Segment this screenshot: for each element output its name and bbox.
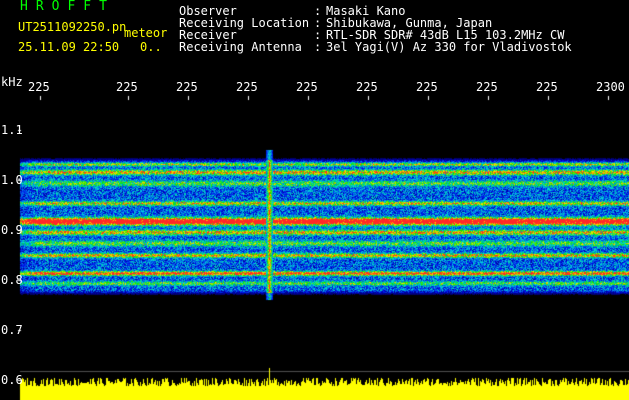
x-tick-label: 225 <box>356 80 378 94</box>
y-axis-unit: kHz <box>1 75 23 89</box>
y-tick-label: 0.8 <box>1 273 23 287</box>
x-tick-label: 225 <box>236 80 258 94</box>
spectrogram-display <box>0 0 629 400</box>
x-tick-label: 2300 <box>596 80 625 94</box>
y-tick-label: 1.0 <box>1 173 23 187</box>
file-name: UT2511092250.pn <box>18 20 127 34</box>
info-colon: : <box>314 40 322 54</box>
x-tick-label: 225 <box>536 80 558 94</box>
info-value-antenna: 3el Yagi(V) Az 330 for Vladivostok <box>326 40 572 54</box>
mode-label: meteor <box>124 26 168 40</box>
x-tick-label: 225 <box>296 80 318 94</box>
info-label-antenna: Receiving Antenna <box>179 40 302 54</box>
app-title: HROFFT <box>20 0 115 14</box>
date-time: 25.11.09 22:50 <box>18 40 120 54</box>
x-tick-label: 225 <box>116 80 138 94</box>
y-tick-label: 0.7 <box>1 323 23 337</box>
counter: 0.. <box>140 40 162 54</box>
x-tick-label: 225 <box>176 80 198 94</box>
x-tick-label: 225 <box>476 80 498 94</box>
x-tick-label: 225 <box>28 80 50 94</box>
y-tick-label: 0.6 <box>1 373 23 387</box>
y-tick-label: 1.1 <box>1 123 23 137</box>
y-tick-label: 0.9 <box>1 223 23 237</box>
x-tick-label: 225 <box>416 80 438 94</box>
